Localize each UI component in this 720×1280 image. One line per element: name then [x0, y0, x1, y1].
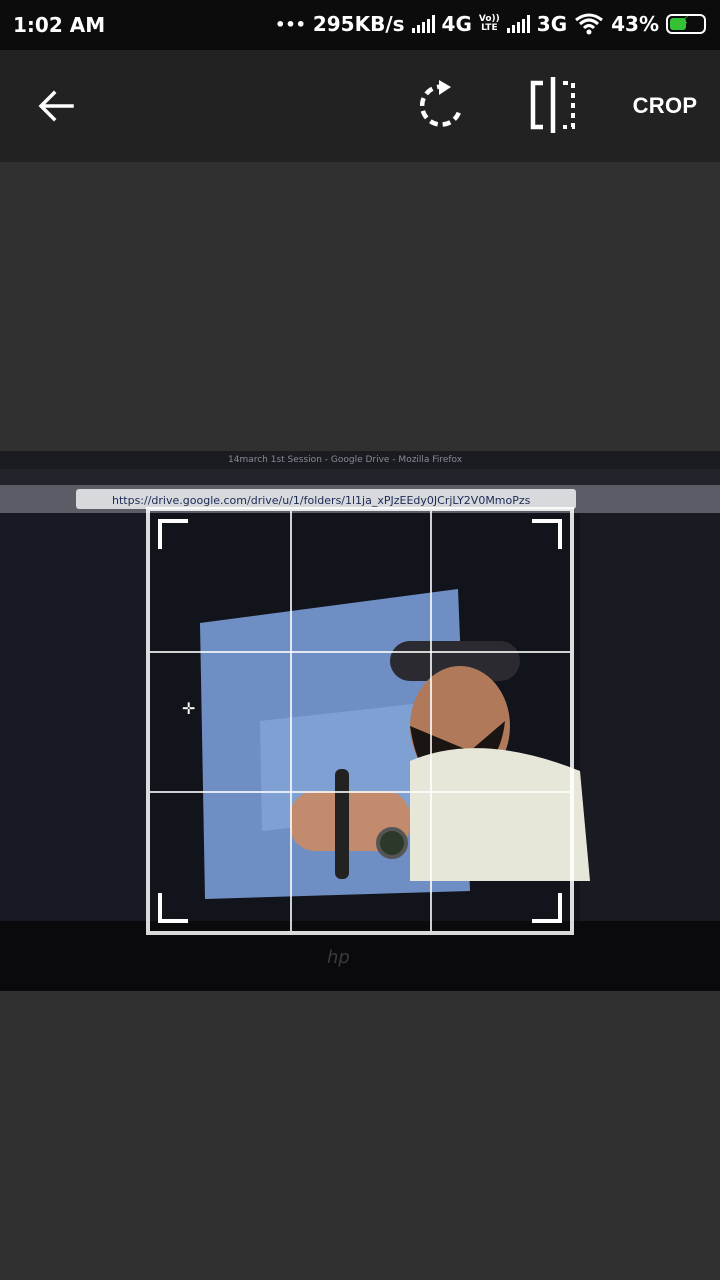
grid-line-horizontal-1 — [150, 651, 570, 653]
crop-handle-top-right[interactable] — [532, 519, 562, 549]
status-time: 1:02 AM — [13, 13, 106, 37]
network-speed: 295KB/s — [312, 12, 405, 36]
volte-icon: Vo)) LTE — [479, 15, 500, 33]
battery-percent: 43% — [611, 12, 659, 36]
crop-handle-bottom-right[interactable] — [532, 893, 562, 923]
back-arrow-icon — [38, 90, 74, 122]
wifi-icon — [575, 13, 604, 35]
photo-url: https://drive.google.com/drive/u/1/folde… — [112, 494, 531, 507]
photo-laptop-logo: hp — [327, 947, 350, 968]
move-icon: ✛ — [182, 701, 196, 718]
rotate-button[interactable] — [410, 74, 472, 136]
crop-selection-frame[interactable]: ✛ — [146, 507, 574, 935]
flip-button[interactable] — [522, 74, 584, 136]
grid-line-vertical-2 — [430, 511, 432, 931]
network-type-1: 4G — [441, 12, 472, 36]
grid-line-vertical-1 — [290, 511, 292, 931]
battery-charging-icon: ⚡ — [666, 13, 706, 34]
grid-line-horizontal-2 — [150, 791, 570, 793]
flip-icon — [530, 77, 575, 133]
crop-toolbar: CROP — [0, 50, 720, 162]
volte-bottom: LTE — [481, 23, 498, 33]
crop-handle-top-left[interactable] — [158, 519, 188, 549]
status-bar: 1:02 AM ••• 295KB/s 4G Vo)) LTE 3G 43% ⚡ — [0, 0, 720, 50]
rotate-icon — [419, 80, 463, 127]
signal-icon — [411, 15, 435, 33]
crop-button[interactable]: CROP — [620, 80, 710, 132]
signal-icon-2 — [506, 15, 530, 33]
back-button[interactable] — [28, 78, 84, 134]
status-icons: ••• 295KB/s 4G Vo)) LTE 3G 43% ⚡ — [275, 12, 706, 36]
crop-handle-bottom-left[interactable] — [158, 893, 188, 923]
notification-dots: ••• — [275, 14, 306, 34]
photo-browser-title: 14march 1st Session - Google Drive - Moz… — [228, 455, 463, 465]
network-type-2: 3G — [536, 12, 568, 36]
